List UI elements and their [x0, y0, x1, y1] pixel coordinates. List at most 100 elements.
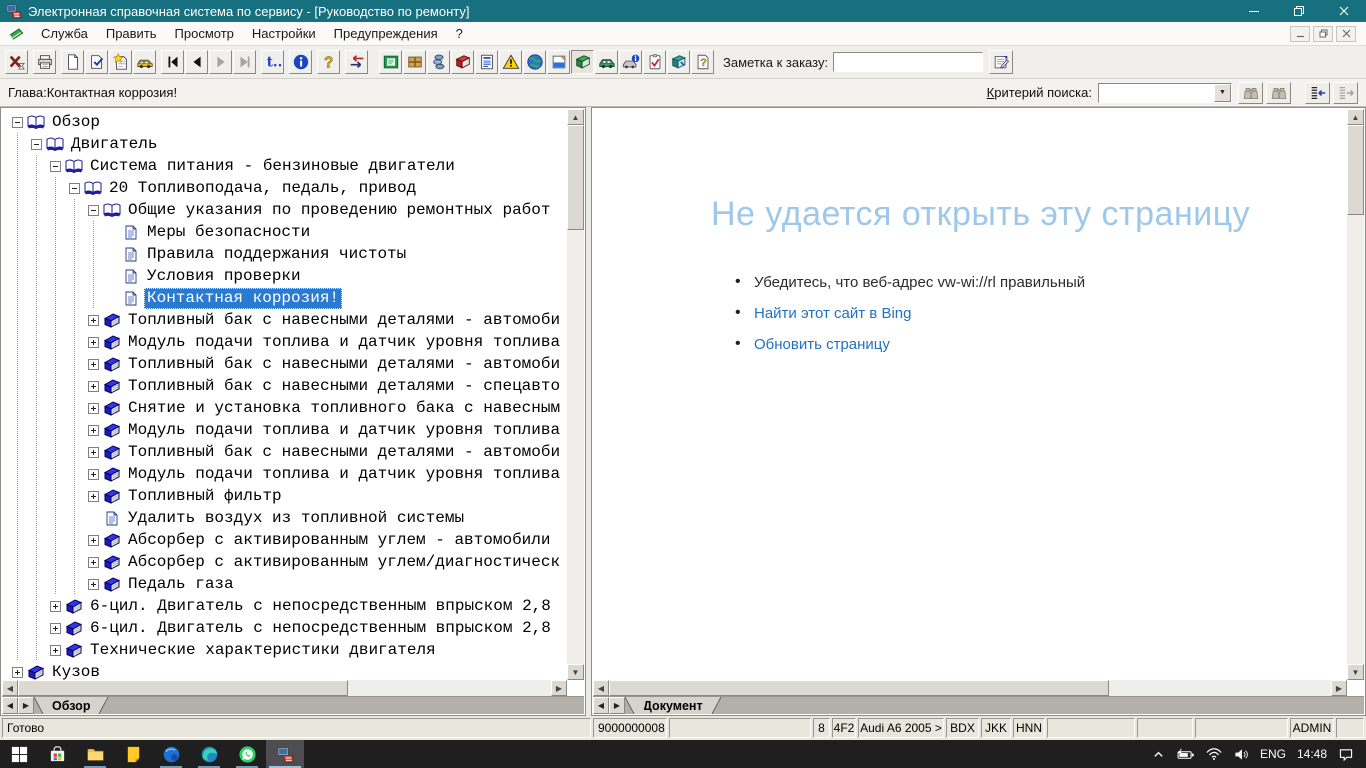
battery-icon[interactable]: [1176, 748, 1195, 761]
start-taskbar-button[interactable]: [0, 740, 38, 768]
scrollbar-thumb[interactable]: [567, 125, 584, 230]
store-taskbar-button[interactable]: [38, 740, 76, 768]
browser-taskbar-button[interactable]: [152, 740, 190, 768]
chevron-down-icon[interactable]: ▼: [1214, 84, 1231, 102]
mdi-restore-button[interactable]: [1313, 26, 1333, 42]
expand-plus-icon[interactable]: [88, 579, 99, 590]
search-combobox[interactable]: ▼: [1098, 83, 1232, 103]
scroll-left-icon[interactable]: ◀: [593, 680, 609, 696]
document-vertical-scrollbar[interactable]: ▲ ▼: [1347, 109, 1364, 680]
nav-back-button[interactable]: [185, 50, 208, 74]
swap-button[interactable]: [345, 50, 368, 74]
volume-icon[interactable]: [1233, 748, 1249, 761]
tree-item[interactable]: Условия проверки: [8, 265, 567, 287]
document-help-button[interactable]: ?: [691, 50, 714, 74]
tray-chevron-up-icon[interactable]: [1152, 748, 1165, 761]
close-button[interactable]: [1321, 0, 1366, 22]
expand-plus-icon[interactable]: [88, 535, 99, 546]
vehicle-button[interactable]: [133, 50, 156, 74]
expand-plus-icon[interactable]: [88, 359, 99, 370]
tree-item[interactable]: 6-цил. Двигатель с непосредственным впры…: [8, 595, 567, 617]
tab-scroll-right-icon[interactable]: ▶: [609, 697, 625, 714]
scroll-up-icon[interactable]: ▲: [1347, 109, 1364, 125]
print-button[interactable]: [33, 50, 56, 74]
search-next-button[interactable]: [1266, 82, 1291, 104]
restore-button[interactable]: [1276, 0, 1321, 22]
globe-button[interactable]: [523, 50, 546, 74]
tree-item[interactable]: Обзор: [8, 111, 567, 133]
document-horizontal-scrollbar[interactable]: ◀ ▶: [593, 680, 1347, 696]
nav-forward-button[interactable]: [209, 50, 232, 74]
menu-item[interactable]: Предупреждения: [325, 23, 447, 44]
expand-plus-icon[interactable]: [12, 667, 23, 678]
menu-item[interactable]: Служба: [32, 23, 97, 44]
scroll-left-icon[interactable]: ◀: [2, 680, 18, 696]
tree-item[interactable]: Правила поддержания чистоты: [8, 243, 567, 265]
tree-item[interactable]: Система питания - бензиновые двигатели: [8, 155, 567, 177]
tree-item[interactable]: Модуль подачи топлива и датчик уровня то…: [8, 331, 567, 353]
workshop-book-button[interactable]: [667, 50, 690, 74]
parts-catalog-button[interactable]: [379, 50, 402, 74]
tab-overview[interactable]: Обзор: [44, 697, 98, 714]
document-list-button[interactable]: [475, 50, 498, 74]
tree-item[interactable]: Топливный фильтр: [8, 485, 567, 507]
expand-minus-icon[interactable]: [12, 117, 23, 128]
tree-item[interactable]: 20 Топливоподача, педаль, привод: [8, 177, 567, 199]
tree-item[interactable]: Технические характеристики двигателя: [8, 639, 567, 661]
red-book-button[interactable]: [451, 50, 474, 74]
scroll-up-icon[interactable]: ▲: [567, 109, 584, 125]
scroll-down-icon[interactable]: ▼: [1347, 664, 1364, 680]
explorer-taskbar-button[interactable]: [76, 740, 114, 768]
order-note-button[interactable]: [989, 50, 1013, 74]
edge-taskbar-button[interactable]: [190, 740, 228, 768]
tree-vertical-scrollbar[interactable]: ▲ ▼: [567, 109, 584, 680]
tree-item[interactable]: Контактная коррозия!: [8, 287, 567, 309]
tree-item[interactable]: Топливный бак с навесными деталями - спе…: [8, 375, 567, 397]
tab-document[interactable]: Документ: [635, 697, 711, 714]
expand-plus-icon[interactable]: [88, 491, 99, 502]
tree-item[interactable]: Снятие и установка топливного бака с нав…: [8, 397, 567, 419]
repair-manual-button[interactable]: [571, 50, 594, 74]
tab-scroll-left-icon[interactable]: ◀: [2, 697, 18, 714]
nav-first-button[interactable]: [161, 50, 184, 74]
expand-plus-icon[interactable]: [50, 623, 61, 634]
tree-item[interactable]: Двигатель: [8, 133, 567, 155]
expand-plus-icon[interactable]: [88, 447, 99, 458]
checklist-button[interactable]: [643, 50, 666, 74]
scroll-right-icon[interactable]: ▶: [551, 680, 567, 696]
tree-item[interactable]: Модуль подачи топлива и датчик уровня то…: [8, 463, 567, 485]
wifi-icon[interactable]: [1206, 748, 1222, 760]
tree-item[interactable]: Общие указания по проведению ремонтных р…: [8, 199, 567, 221]
error-link[interactable]: Обновить страницу: [735, 336, 1347, 353]
help-button[interactable]: ?: [317, 50, 340, 74]
expand-plus-icon[interactable]: [50, 645, 61, 656]
tree-item[interactable]: Топливный бак с навесными деталями - авт…: [8, 353, 567, 375]
clock[interactable]: 14:48: [1297, 747, 1327, 761]
tree-item[interactable]: Меры безопасности: [8, 221, 567, 243]
tree-item[interactable]: Кузов: [8, 661, 567, 680]
expand-plus-icon[interactable]: [88, 337, 99, 348]
scrollbar-thumb[interactable]: [18, 680, 348, 696]
expand-plus-icon[interactable]: [88, 557, 99, 568]
expand-plus-icon[interactable]: [88, 425, 99, 436]
components-button[interactable]: [427, 50, 450, 74]
t-command-button[interactable]: t..: [261, 50, 284, 74]
expand-plus-icon[interactable]: [88, 469, 99, 480]
expand-plus-icon[interactable]: [88, 315, 99, 326]
error-link[interactable]: Найти этот сайт в Bing: [735, 305, 1347, 322]
search-previous-button[interactable]: [1238, 82, 1263, 104]
add-to-list-button[interactable]: [1305, 82, 1330, 104]
menu-item[interactable]: Настройки: [243, 23, 325, 44]
expand-plus-icon[interactable]: [88, 403, 99, 414]
tree-item[interactable]: 6-цил. Двигатель с непосредственным впры…: [8, 617, 567, 639]
warnings-button[interactable]: [499, 50, 522, 74]
expand-minus-icon[interactable]: [69, 183, 80, 194]
tree-item[interactable]: Абсорбер с активированным углем - автомо…: [8, 529, 567, 551]
tab-scroll-right-icon[interactable]: ▶: [18, 697, 34, 714]
tree-item[interactable]: Педаль газа: [8, 573, 567, 595]
minimize-button[interactable]: [1231, 0, 1276, 22]
notes-taskbar-button[interactable]: [114, 740, 152, 768]
new-note-button[interactable]: [109, 50, 132, 74]
edit-document-button[interactable]: [85, 50, 108, 74]
language-indicator[interactable]: ENG: [1260, 747, 1286, 761]
